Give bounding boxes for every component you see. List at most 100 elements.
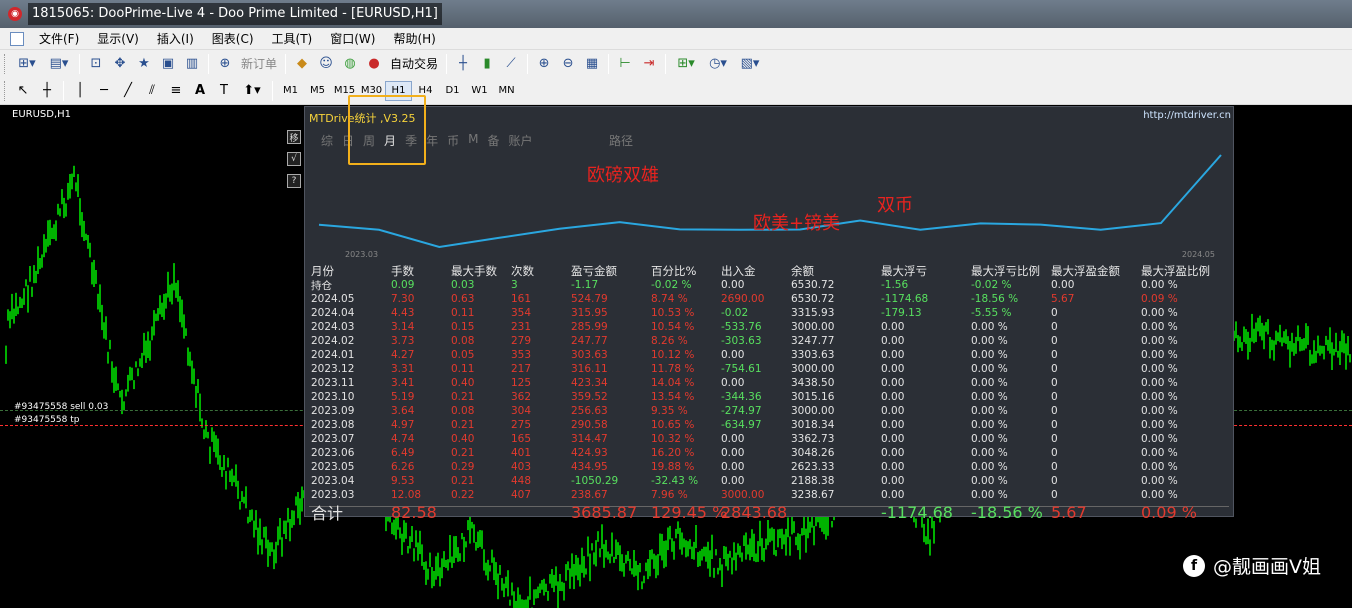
table-cell: 0.00 % <box>1141 461 1178 473</box>
table-cell: 275 <box>511 419 532 431</box>
table-cell: 持仓 <box>311 279 332 292</box>
market-watch-icon[interactable]: ⊡ <box>84 53 108 75</box>
autoscroll-icon[interactable]: ⇥ <box>637 53 661 75</box>
check-button[interactable]: √ <box>287 152 301 166</box>
table-cell: 3000.00 <box>721 489 765 501</box>
favorites-icon[interactable]: ★ <box>132 53 156 75</box>
panel-url[interactable]: http://mtdriver.cn <box>1143 110 1231 121</box>
periods-icon[interactable]: ◷▾ <box>702 53 734 75</box>
table-cell: 0 <box>1051 447 1058 459</box>
auto-trading-button[interactable]: 自动交易 <box>386 53 442 75</box>
table-cell: 0.00 % <box>1141 391 1178 403</box>
table-cell: -5.55 % <box>971 307 1012 319</box>
table-cell: 0.00 % <box>1141 475 1178 487</box>
table-cell: 0.15 <box>451 321 475 333</box>
templates-icon[interactable]: ▧▾ <box>734 53 766 75</box>
document-icon[interactable] <box>10 31 24 46</box>
signals-icon[interactable]: ☺ <box>314 53 338 75</box>
graph-x-end: 2024.05 <box>1182 250 1215 259</box>
tab-notes[interactable]: 备 <box>487 132 499 149</box>
table-cell: 0.00 % <box>971 321 1008 333</box>
horizontal-line-icon[interactable]: ─ <box>92 80 116 102</box>
tile-windows-icon[interactable]: ▦ <box>580 53 604 75</box>
tab-currency[interactable]: 币 <box>447 132 459 149</box>
table-cell: 125 <box>511 377 532 389</box>
line-chart-icon[interactable]: ⟋ <box>499 53 523 75</box>
new-chart-icon[interactable]: ⊞▾ <box>11 53 43 75</box>
table-cell: 0.21 <box>451 475 475 487</box>
zoom-in-icon[interactable]: ⊕ <box>532 53 556 75</box>
table-cell: 3015.16 <box>791 391 835 403</box>
new-order-button[interactable]: 新订单 <box>237 53 281 75</box>
table-cell: 13.54 % <box>651 391 695 403</box>
fibonacci-icon[interactable]: ≡ <box>164 80 188 102</box>
menu-insert[interactable]: 插入(I) <box>148 30 203 47</box>
menu-tools[interactable]: 工具(T) <box>263 30 322 47</box>
chart-shift-icon[interactable]: ⊢ <box>613 53 637 75</box>
tf-m1[interactable]: M1 <box>277 81 304 101</box>
table-cell: 315.95 <box>571 307 608 319</box>
path-label[interactable]: 路径 <box>609 132 633 149</box>
table-cell: 0.00 <box>881 475 905 487</box>
column-header: 最大浮亏比例 <box>971 264 1040 278</box>
vertical-line-icon[interactable]: │ <box>68 80 92 102</box>
trendline-icon[interactable]: ╱ <box>116 80 140 102</box>
tf-mn[interactable]: MN <box>493 81 520 101</box>
tf-m5[interactable]: M5 <box>304 81 331 101</box>
app-icon: ◉ <box>8 7 22 21</box>
tab-account[interactable]: 账户 <box>508 132 532 149</box>
column-header: 最大手数 <box>451 264 497 278</box>
table-cell: 314.47 <box>571 433 608 445</box>
toolbar-grip[interactable] <box>4 80 7 101</box>
zoom-out-icon[interactable]: ⊖ <box>556 53 580 75</box>
menu-window[interactable]: 窗口(W) <box>321 30 384 47</box>
tab-summary[interactable]: 综 <box>321 132 333 149</box>
table-cell: 0.00 % <box>971 419 1008 431</box>
table-cell: 256.63 <box>571 405 608 417</box>
cursor-icon[interactable]: ↖ <box>11 80 35 102</box>
auto-trading-icon[interactable]: ● <box>362 53 386 75</box>
profiles-icon[interactable]: ▤▾ <box>43 53 75 75</box>
bar-chart-icon[interactable]: ┼ <box>451 53 475 75</box>
tf-w1[interactable]: W1 <box>466 81 493 101</box>
table-cell: 448 <box>511 475 532 487</box>
table-cell: 3303.63 <box>791 349 835 361</box>
text-icon[interactable]: A <box>188 80 212 102</box>
table-cell: 231 <box>511 321 532 333</box>
table-cell: 8.74 % <box>651 293 688 305</box>
move-panel-button[interactable]: 移 <box>287 130 301 144</box>
table-cell: 10.65 % <box>651 419 695 431</box>
table-cell: 0.03 <box>451 279 475 291</box>
table-cell: 7.30 <box>391 293 415 305</box>
new-order-icon[interactable]: ⊕ <box>213 53 237 75</box>
terminal-icon[interactable]: ▣ <box>156 53 180 75</box>
text-label-icon[interactable]: T <box>212 80 236 102</box>
menu-help[interactable]: 帮助(H) <box>384 30 444 47</box>
menu-view[interactable]: 显示(V) <box>88 30 148 47</box>
metaeditor-icon[interactable]: ◆ <box>290 53 314 75</box>
navigator-icon[interactable]: ✥ <box>108 53 132 75</box>
table-cell: 0.21 <box>451 447 475 459</box>
menu-file[interactable]: 文件(F) <box>30 30 88 47</box>
market-icon[interactable]: ◍ <box>338 53 362 75</box>
table-cell: 0.40 <box>451 433 475 445</box>
table-cell: 0.00 % <box>971 461 1008 473</box>
table-cell: 0.00 <box>881 405 905 417</box>
tab-magic[interactable]: M <box>468 132 478 149</box>
indicators-icon[interactable]: ⊞▾ <box>670 53 702 75</box>
table-cell: 16.20 % <box>651 447 695 459</box>
table-cell: -0.02 <box>721 307 749 319</box>
table-cell: 279 <box>511 335 532 347</box>
menu-charts[interactable]: 图表(C) <box>203 30 263 47</box>
candlestick-icon[interactable]: ▮ <box>475 53 499 75</box>
table-cell: 2024.02 <box>311 335 355 347</box>
toolbar-grip[interactable] <box>4 53 7 74</box>
tf-d1[interactable]: D1 <box>439 81 466 101</box>
equidistant-channel-icon[interactable]: ⫽ <box>140 80 164 102</box>
arrows-icon[interactable]: ⬆▾ <box>236 80 268 102</box>
help-button[interactable]: ? <box>287 174 301 188</box>
tester-icon[interactable]: ▥ <box>180 53 204 75</box>
crosshair-icon[interactable]: ┼ <box>35 80 59 102</box>
tab-year[interactable]: 年 <box>426 132 438 149</box>
table-cell: 0.00 % <box>971 475 1008 487</box>
